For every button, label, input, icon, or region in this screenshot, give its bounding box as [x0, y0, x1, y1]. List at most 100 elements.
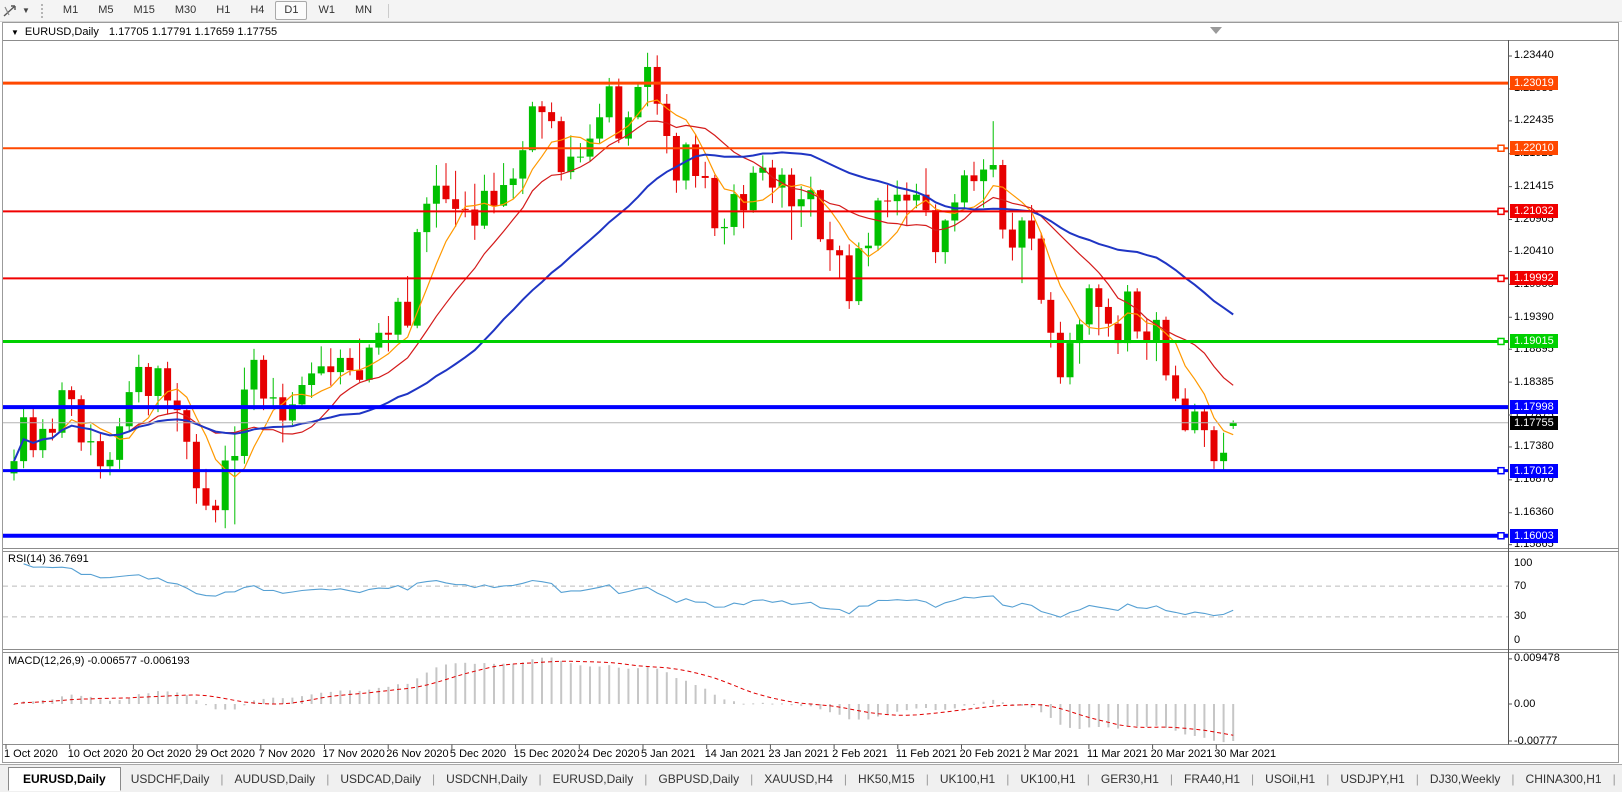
price-tick-1.22435: 1.22435	[1514, 115, 1554, 126]
tab-ger30-h1[interactable]: GER30,H1	[1091, 769, 1169, 789]
tab-usdchf-daily[interactable]: USDCHF,Daily	[121, 769, 220, 789]
chart-ohlc-values: 1.17705 1.17791 1.17659 1.17755	[109, 26, 277, 38]
price-line-label-1.17012[interactable]: 1.17012	[1510, 464, 1558, 478]
price-tick-1.16360: 1.16360	[1514, 507, 1554, 518]
tab-gbpusd-daily[interactable]: GBPUSD,Daily	[648, 769, 749, 789]
date-label-12: 14 Jan 2021	[705, 748, 766, 760]
current-price-label: 1.17755	[1510, 416, 1558, 430]
tab-usoil-h1[interactable]: USOil,H1	[1255, 769, 1325, 789]
price-tick-1.18385: 1.18385	[1514, 377, 1554, 388]
price-line-label-1.16003[interactable]: 1.16003	[1510, 529, 1558, 543]
timeframe-button-d1[interactable]: D1	[275, 1, 307, 20]
tab-separator: |	[1006, 772, 1009, 786]
tab-usdcad-daily[interactable]: USDCAD,Daily	[330, 769, 431, 789]
rsi-tick-70: 70	[1514, 581, 1526, 592]
tab-separator: |	[1087, 772, 1090, 786]
price-tick-1.19390: 1.19390	[1514, 312, 1554, 323]
rsi-tick-100: 100	[1514, 558, 1532, 569]
timeframe-button-m15[interactable]: M15	[124, 1, 163, 20]
date-label-13: 23 Jan 2021	[768, 748, 829, 760]
timeframe-button-m5[interactable]: M5	[89, 1, 122, 20]
trading-platform-screen: ▼ M1M5M15M30H1H4D1W1MN ▼ EURUSD,Daily 1.…	[0, 0, 1622, 792]
tab-fra40-h1[interactable]: FRA40,H1	[1174, 769, 1250, 789]
date-label-18: 11 Mar 2021	[1087, 748, 1148, 760]
price-line-label-1.17998[interactable]: 1.17998	[1510, 400, 1558, 414]
tab-separator: |	[844, 772, 847, 786]
tab-separator: |	[220, 772, 223, 786]
timeframe-button-mn[interactable]: MN	[346, 1, 381, 20]
toolbar-separator	[388, 4, 389, 18]
tab-separator: |	[1326, 772, 1329, 786]
tab-eurusd-daily[interactable]: EURUSD,Daily	[8, 767, 121, 791]
collapse-caret-icon[interactable]: ▼	[11, 28, 19, 37]
date-label-10: 24 Dec 2020	[577, 748, 639, 760]
macd-tick-0.009478: 0.009478	[1514, 653, 1560, 664]
price-line-label-1.21032[interactable]: 1.21032	[1510, 204, 1558, 218]
chart-title-bar: ▼ EURUSD,Daily 1.17705 1.17791 1.17659 1…	[3, 24, 1618, 40]
date-label-6: 17 Nov 2020	[323, 748, 385, 760]
date-label-7: 26 Nov 2020	[386, 748, 448, 760]
tab-separator: |	[1511, 772, 1514, 786]
price-line-label-1.19015[interactable]: 1.19015	[1510, 334, 1558, 348]
date-label-11: 5 Jan 2021	[641, 748, 695, 760]
tab-hk50-m15[interactable]: HK50,M15	[848, 769, 925, 789]
tab-usdcnh-daily[interactable]: USDCNH,Daily	[436, 769, 537, 789]
timeframe-button-h4[interactable]: H4	[241, 1, 273, 20]
tab-separator: |	[644, 772, 647, 786]
date-label-17: 2 Mar 2021	[1023, 748, 1079, 760]
date-label-4: 29 Oct 2020	[195, 748, 255, 760]
date-label-5: 7 Nov 2020	[259, 748, 315, 760]
macd-tick-0.00: 0.00	[1514, 699, 1535, 710]
date-label-2: 10 Oct 2020	[68, 748, 128, 760]
tool-dropdown-caret-icon[interactable]: ▼	[22, 6, 30, 15]
date-label-14: 2 Feb 2021	[832, 748, 888, 760]
timeframe-button-m1[interactable]: M1	[54, 1, 87, 20]
tab-eurusd-daily[interactable]: EURUSD,Daily	[543, 769, 644, 789]
chart-symbol-title: EURUSD,Daily	[25, 26, 99, 38]
date-label-19: 20 Mar 2021	[1151, 748, 1213, 760]
price-tick-1.20410: 1.20410	[1514, 246, 1554, 257]
price-tick-1.23440: 1.23440	[1514, 50, 1554, 61]
tab-separator: |	[432, 772, 435, 786]
rsi-tick-0: 0	[1514, 635, 1520, 646]
timeframe-buttons: M1M5M15M30H1H4D1W1MN	[53, 1, 382, 20]
tab-uk100-h1[interactable]: UK100,H1	[930, 769, 1005, 789]
tab-xauusd-h4[interactable]: XAUUSD,H4	[754, 769, 843, 789]
tab-audusd-daily[interactable]: AUDUSD,Daily	[225, 769, 326, 789]
tab-separator: |	[1251, 772, 1254, 786]
tab-u[interactable]: U	[1617, 769, 1622, 789]
date-label-1: 1 Oct 2020	[4, 748, 58, 760]
tab-separator: |	[1170, 772, 1173, 786]
price-line-label-1.19992[interactable]: 1.19992	[1510, 271, 1558, 285]
price-line-label-1.23019[interactable]: 1.23019	[1510, 76, 1558, 90]
trendline-arrow-icon[interactable]	[2, 3, 20, 19]
price-line-label-1.22010[interactable]: 1.22010	[1510, 141, 1558, 155]
price-tick-1.17380: 1.17380	[1514, 441, 1554, 452]
date-label-9: 15 Dec 2020	[514, 748, 576, 760]
tab-separator: |	[1416, 772, 1419, 786]
tab-separator: |	[750, 772, 753, 786]
rsi-tick-30: 30	[1514, 611, 1526, 622]
macd-indicator-label: MACD(12,26,9) -0.006577 -0.006193	[8, 655, 190, 667]
date-label-16: 20 Feb 2021	[960, 748, 1022, 760]
chart-window	[2, 22, 1619, 763]
tab-dj30-weekly[interactable]: DJ30,Weekly	[1420, 769, 1510, 789]
date-label-15: 11 Feb 2021	[896, 748, 957, 760]
tab-uk100-h1[interactable]: UK100,H1	[1010, 769, 1085, 789]
price-tick-1.21415: 1.21415	[1514, 181, 1554, 192]
macd-tick--0.00777: -0.00777	[1514, 736, 1557, 747]
date-label-3: 20 Oct 2020	[131, 748, 191, 760]
timeframe-toolbar: ▼ M1M5M15M30H1H4D1W1MN	[0, 0, 1622, 22]
tab-china300-h1[interactable]: CHINA300,H1	[1516, 769, 1612, 789]
tab-separator: |	[326, 772, 329, 786]
tab-separator: |	[1613, 772, 1616, 786]
tab-usdjpy-h1[interactable]: USDJPY,H1	[1330, 769, 1414, 789]
toolbar-grip[interactable]	[41, 4, 48, 18]
timeframe-button-m30[interactable]: M30	[166, 1, 205, 20]
tab-separator: |	[538, 772, 541, 786]
timeframe-button-w1[interactable]: W1	[309, 1, 344, 20]
tab-separator: |	[926, 772, 929, 786]
date-label-20: 30 Mar 2021	[1214, 748, 1276, 760]
timeframe-button-h1[interactable]: H1	[207, 1, 239, 20]
date-label-8: 5 Dec 2020	[450, 748, 506, 760]
